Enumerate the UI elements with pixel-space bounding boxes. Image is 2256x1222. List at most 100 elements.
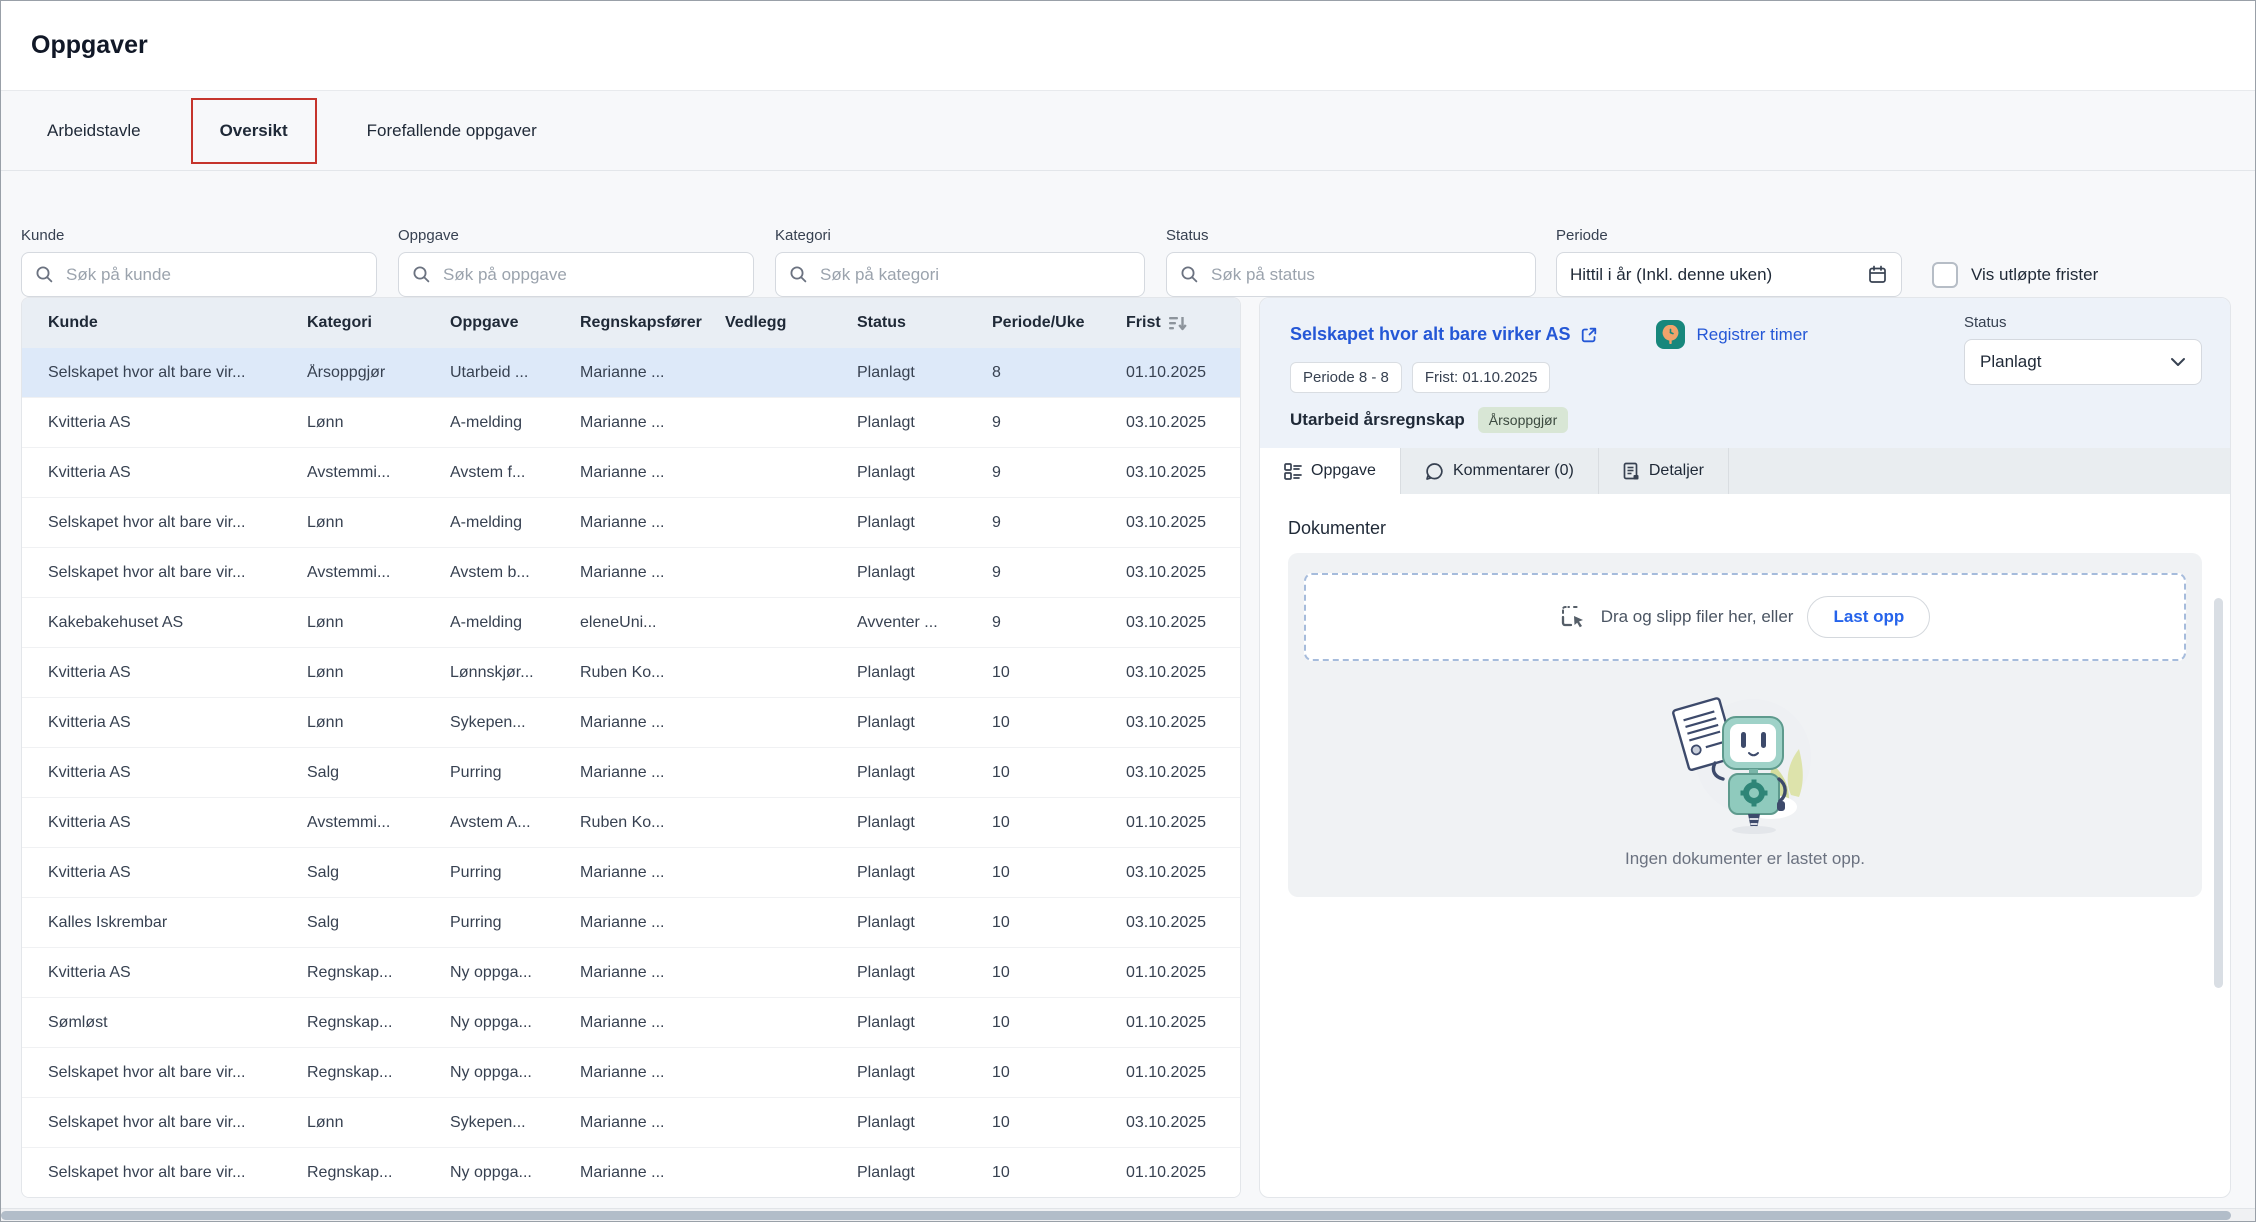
register-hours-button[interactable]: Registrer timer	[1656, 320, 1807, 349]
tab-kommentarer[interactable]: Kommentarer (0)	[1401, 448, 1599, 494]
cell-periode-uke: 10	[992, 1164, 1126, 1182]
cell-kategori: Årsoppgjør	[307, 364, 450, 382]
cell-oppgave: A-melding	[450, 614, 580, 632]
oppgave-search-input[interactable]	[441, 264, 740, 286]
cell-regnskapsforer: Marianne ...	[580, 714, 725, 732]
column-header-oppgave[interactable]: Oppgave	[450, 314, 580, 332]
frist-chip: Frist: 01.10.2025	[1412, 362, 1551, 393]
table-row[interactable]: Selskapet hvor alt bare vir... Årsoppgjø…	[22, 348, 1240, 398]
cell-oppgave: Utarbeid ...	[450, 364, 580, 382]
cell-periode-uke: 10	[992, 1114, 1126, 1132]
cell-periode-uke: 9	[992, 614, 1126, 632]
empty-state-illustration	[1304, 685, 2186, 835]
column-header-kunde[interactable]: Kunde	[48, 314, 307, 332]
documents-card: Dra og slipp filer her, eller Last opp	[1288, 553, 2202, 897]
panel-vertical-scrollbar[interactable]	[2214, 598, 2223, 988]
kategori-search-input[interactable]	[818, 264, 1131, 286]
detail-header: Selskapet hvor alt bare virker AS Regist…	[1260, 298, 2230, 448]
table-row[interactable]: Kvitteria AS Salg Purring Marianne ... P…	[22, 748, 1240, 798]
cell-status: Planlagt	[857, 664, 992, 682]
table-row[interactable]: Kvitteria AS Salg Purring Marianne ... P…	[22, 848, 1240, 898]
cell-frist: 01.10.2025	[1126, 364, 1240, 382]
status-dropdown[interactable]: Planlagt	[1964, 339, 2202, 385]
cell-status: Planlagt	[857, 514, 992, 532]
cell-kategori: Lønn	[307, 414, 450, 432]
filter-status-label: Status	[1166, 227, 1536, 244]
kunde-search-input[interactable]	[64, 264, 363, 286]
documents-section-title: Dokumenter	[1288, 518, 2202, 539]
cell-oppgave: Ny oppga...	[450, 1064, 580, 1082]
cell-kunde: Selskapet hvor alt bare vir...	[48, 514, 307, 532]
table-row[interactable]: Kvitteria AS Lønn A-melding Marianne ...…	[22, 398, 1240, 448]
show-expired-checkbox[interactable]	[1932, 262, 1958, 288]
upload-button[interactable]: Last opp	[1807, 596, 1930, 638]
horizontal-scrollbar-thumb[interactable]	[1, 1211, 2231, 1220]
cell-regnskapsforer: eleneUni...	[580, 614, 725, 632]
column-header-periode-uke[interactable]: Periode/Uke	[992, 314, 1126, 332]
cell-regnskapsforer: Marianne ...	[580, 764, 725, 782]
table-row[interactable]: Selskapet hvor alt bare vir... Lønn Syke…	[22, 1098, 1240, 1148]
column-header-regnskapsforer[interactable]: Regnskapsfører	[580, 314, 725, 332]
cell-periode-uke: 9	[992, 464, 1126, 482]
cell-oppgave: Ny oppga...	[450, 1014, 580, 1032]
cell-regnskapsforer: Marianne ...	[580, 414, 725, 432]
status-search-input[interactable]	[1209, 264, 1522, 286]
cell-regnskapsforer: Marianne ...	[580, 964, 725, 982]
kategori-search-field	[775, 252, 1145, 297]
chevron-down-icon	[2170, 357, 2186, 367]
register-hours-label: Registrer timer	[1696, 325, 1807, 345]
tab-oversikt[interactable]: Oversikt	[220, 121, 288, 141]
detail-tab-bar: Oppgave Kommentarer (0) Detaljer	[1260, 448, 2230, 494]
tab-forefallende-oppgaver[interactable]: Forefallende oppgaver	[367, 121, 537, 141]
table-row[interactable]: Sømløst Regnskap... Ny oppga... Marianne…	[22, 998, 1240, 1048]
column-header-kategori[interactable]: Kategori	[307, 314, 450, 332]
table-row[interactable]: Kakebakehuset AS Lønn A-melding eleneUni…	[22, 598, 1240, 648]
cell-periode-uke: 10	[992, 1064, 1126, 1082]
cell-frist: 03.10.2025	[1126, 864, 1240, 882]
company-name: Selskapet hvor alt bare virker AS	[1290, 324, 1570, 345]
column-header-status[interactable]: Status	[857, 314, 992, 332]
periode-chip: Periode 8 - 8	[1290, 362, 1402, 393]
cell-kunde: Kalles Iskrembar	[48, 914, 307, 932]
table-row[interactable]: Selskapet hvor alt bare vir... Avstemmi.…	[22, 548, 1240, 598]
table-row[interactable]: Kvitteria AS Avstemmi... Avstem f... Mar…	[22, 448, 1240, 498]
filter-status: Status	[1166, 227, 1536, 297]
table-row[interactable]: Kvitteria AS Avstemmi... Avstem A... Rub…	[22, 798, 1240, 848]
cell-frist: 03.10.2025	[1126, 914, 1240, 932]
tab-detaljer-label: Detaljer	[1649, 462, 1704, 480]
table-row[interactable]: Kvitteria AS Lønn Lønnskjør... Ruben Ko.…	[22, 648, 1240, 698]
column-header-vedlegg[interactable]: Vedlegg	[725, 314, 857, 332]
main-content: Kunde Kategori Oppgave Regnskapsfører Ve…	[1, 297, 2255, 1198]
detail-status-label: Status	[1964, 314, 2202, 331]
cell-status: Planlagt	[857, 1014, 992, 1032]
sort-descending-icon[interactable]	[1169, 315, 1188, 332]
table-row[interactable]: Kvitteria AS Lønn Sykepen... Marianne ..…	[22, 698, 1240, 748]
cell-kunde: Kvitteria AS	[48, 814, 307, 832]
cell-periode-uke: 10	[992, 814, 1126, 832]
show-expired-toggle[interactable]: Vis utløpte frister	[1932, 252, 2098, 297]
table-header-row: Kunde Kategori Oppgave Regnskapsfører Ve…	[22, 298, 1240, 348]
cell-frist: 03.10.2025	[1126, 514, 1240, 532]
table-row[interactable]: Selskapet hvor alt bare vir... Regnskap.…	[22, 1148, 1240, 1198]
table-row[interactable]: Selskapet hvor alt bare vir... Regnskap.…	[22, 1048, 1240, 1098]
tab-arbeidstavle[interactable]: Arbeidstavle	[47, 121, 141, 141]
cell-kunde: Sømløst	[48, 1014, 307, 1032]
table-row[interactable]: Selskapet hvor alt bare vir... Lønn A-me…	[22, 498, 1240, 548]
tab-oppgave-detail-label: Oppgave	[1311, 462, 1376, 480]
cell-status: Planlagt	[857, 914, 992, 932]
company-link[interactable]: Selskapet hvor alt bare virker AS	[1290, 324, 1598, 345]
column-header-frist[interactable]: Frist	[1126, 314, 1240, 332]
periode-select[interactable]: Hittil i år (Inkl. denne uken)	[1556, 252, 1902, 297]
table-row[interactable]: Kvitteria AS Regnskap... Ny oppga... Mar…	[22, 948, 1240, 998]
tab-detaljer[interactable]: Detaljer	[1599, 448, 1729, 494]
cell-kunde: Kvitteria AS	[48, 714, 307, 732]
cell-kunde: Kvitteria AS	[48, 464, 307, 482]
task-detail-panel: Selskapet hvor alt bare virker AS Regist…	[1259, 297, 2231, 1198]
search-icon	[412, 265, 431, 284]
cell-status: Planlagt	[857, 814, 992, 832]
tab-oppgave-detail[interactable]: Oppgave	[1260, 448, 1401, 494]
file-dropzone[interactable]: Dra og slipp filer her, eller Last opp	[1304, 573, 2186, 661]
filter-bar: Kunde Oppgave Kategori	[1, 171, 2255, 297]
table-row[interactable]: Kalles Iskrembar Salg Purring Marianne .…	[22, 898, 1240, 948]
horizontal-scrollbar-track[interactable]	[1, 1208, 2255, 1221]
